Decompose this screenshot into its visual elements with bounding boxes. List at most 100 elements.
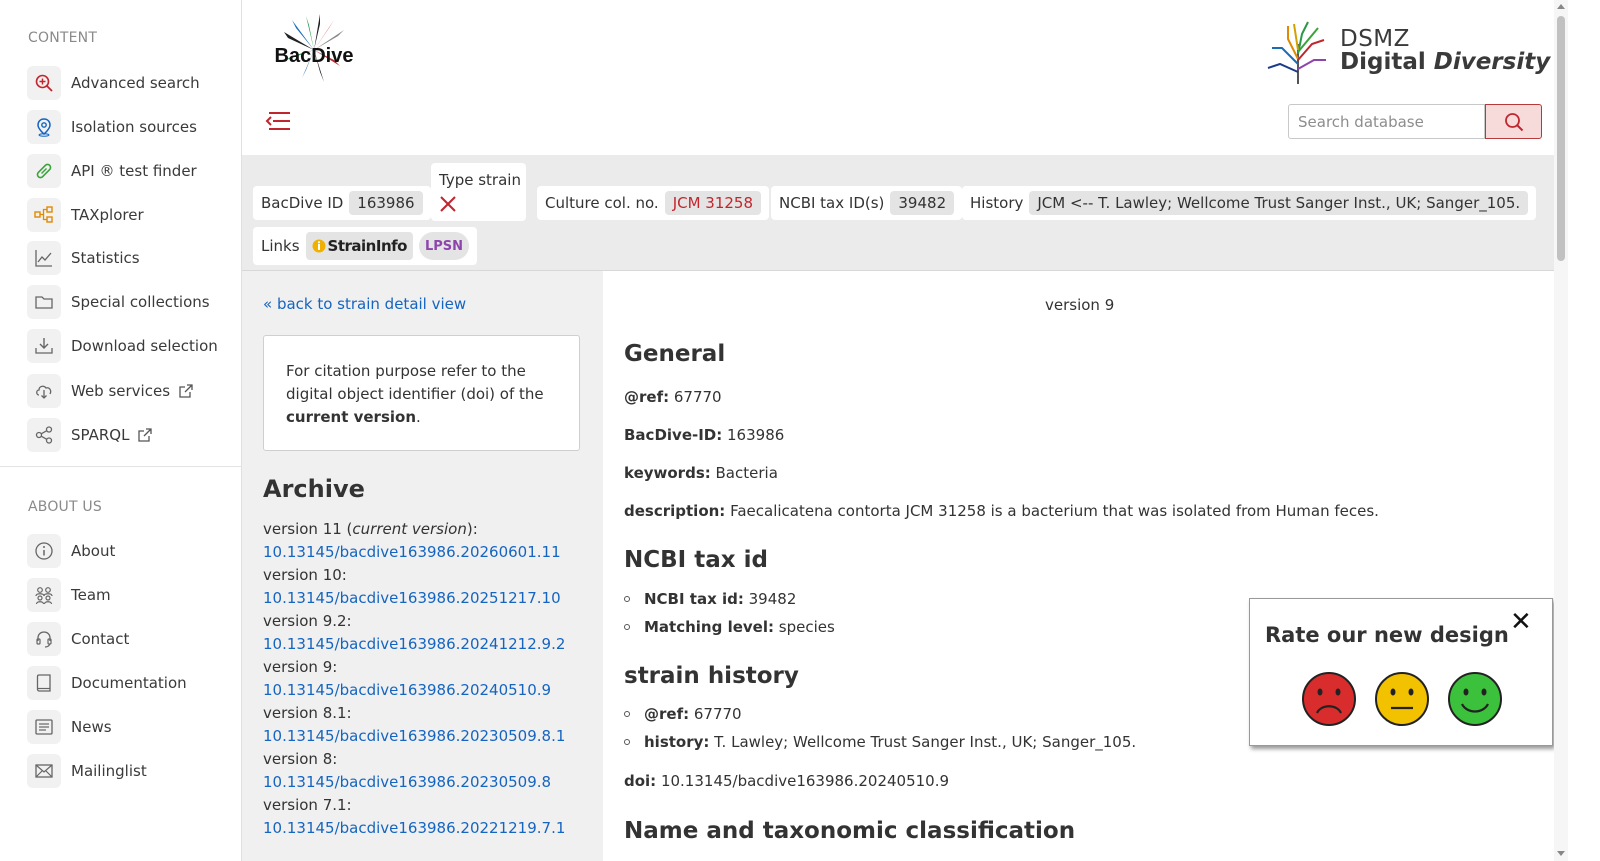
sidebar-divider	[0, 466, 241, 467]
sidebar-item-label: About	[71, 542, 116, 560]
doi-row: doi: 10.13145/bacdive163986.20240510.9	[624, 772, 950, 790]
sidebar-item-news[interactable]: News	[27, 709, 112, 745]
envelope-icon	[27, 754, 61, 788]
archive-heading: Archive	[263, 475, 365, 503]
type-strain-label: Type strain	[439, 171, 521, 189]
sidebar-item-documentation[interactable]: Documentation	[27, 665, 187, 701]
history-ref-item: @ref: 67770	[624, 705, 742, 723]
sidebar-item-web-services[interactable]: Web services	[27, 373, 194, 409]
scroll-thumb[interactable]	[1557, 16, 1565, 261]
sidebar-item-special-collections[interactable]: Special collections	[27, 284, 210, 320]
section-taxonomy-title: Name and taxonomic classification	[624, 818, 1076, 844]
sidebar-item-sparql[interactable]: SPARQL	[27, 417, 153, 453]
ncbi-chip: NCBI tax ID(s) 39482	[771, 186, 963, 220]
archive-entry: version 8.1: 10.13145/bacdive163986.2023…	[263, 702, 593, 748]
matching-level-item: Matching level: species	[624, 618, 835, 636]
history-label: History	[970, 194, 1024, 212]
sidebar-item-label: Team	[71, 586, 111, 604]
headset-icon	[27, 622, 61, 656]
archive-entry: version 9: 10.13145/bacdive163986.202405…	[263, 656, 593, 702]
archive-entry: version 10: 10.13145/bacdive163986.20251…	[263, 564, 593, 610]
general-description: description: Faecalicatena contorta JCM …	[624, 502, 1379, 520]
pill-icon	[27, 154, 61, 188]
scroll-down-arrow-icon[interactable]	[1557, 851, 1565, 856]
sidebar-item-label: News	[71, 718, 112, 736]
external-link-icon	[138, 428, 153, 442]
rating-popup: Rate our new design ✕	[1249, 598, 1553, 746]
sidebar-item-team[interactable]: Team	[27, 577, 111, 613]
sidebar-item-mailinglist[interactable]: Mailinglist	[27, 753, 147, 789]
sidebar-item-label: Isolation sources	[71, 118, 197, 136]
happy-face-icon[interactable]	[1447, 671, 1503, 727]
archive-doi-link[interactable]: 10.13145/bacdive163986.20241212.9.2	[263, 633, 593, 656]
bacdive-id-value: 163986	[349, 191, 423, 215]
hierarchy-icon	[27, 198, 61, 232]
sidebar: CONTENT Advanced search Isolation source…	[0, 0, 242, 861]
straininfo-link[interactable]: StrainInfo	[305, 232, 413, 260]
archive-list: version 11 (current version): 10.13145/b…	[263, 518, 593, 840]
sidebar-item-label: Special collections	[71, 293, 210, 311]
line-chart-icon	[27, 241, 61, 275]
ncbi-tax-id-item: NCBI tax id: 39482	[624, 590, 796, 608]
general-keywords: keywords: Bacteria	[624, 464, 778, 482]
sidebar-item-label: Download selection	[71, 337, 218, 355]
ncbi-label: NCBI tax ID(s)	[779, 194, 885, 212]
newspaper-icon	[27, 710, 61, 744]
sidebar-item-label: Contact	[71, 630, 130, 648]
sidebar-item-label: TAXplorer	[71, 206, 144, 224]
sidebar-item-download-selection[interactable]: Download selection	[27, 328, 218, 364]
sidebar-item-taxplorer[interactable]: TAXplorer	[27, 197, 144, 233]
sidebar-item-statistics[interactable]: Statistics	[27, 240, 140, 276]
archive-doi-link[interactable]: 10.13145/bacdive163986.20240510.9	[263, 679, 593, 702]
archive-doi-link[interactable]: 10.13145/bacdive163986.20260601.11	[263, 541, 593, 564]
history-value: JCM <-- T. Lawley; Wellcome Trust Sanger…	[1029, 191, 1529, 215]
lpsn-link[interactable]: LPSN	[418, 232, 470, 260]
search-input[interactable]	[1288, 104, 1485, 139]
cloud-download-icon	[27, 374, 61, 408]
sidebar-item-label: Statistics	[71, 249, 140, 267]
archive-entry: version 11 (current version): 10.13145/b…	[263, 518, 593, 564]
neutral-face-icon[interactable]	[1374, 671, 1430, 727]
bacdive-id-label: BacDive ID	[261, 194, 344, 212]
archive-doi-link[interactable]: 10.13145/bacdive163986.20221219.7.1	[263, 817, 593, 840]
culture-value-link[interactable]: JCM 31258	[664, 191, 762, 215]
history-item: history: T. Lawley; Wellcome Trust Sange…	[624, 733, 1136, 751]
close-icon[interactable]: ✕	[1510, 607, 1532, 637]
folder-icon	[27, 285, 61, 319]
archive-doi-link[interactable]: 10.13145/bacdive163986.20230509.8.1	[263, 725, 593, 748]
citation-note: For citation purpose refer to the digita…	[263, 335, 580, 451]
history-chip: History JCM <-- T. Lawley; Wellcome Trus…	[962, 186, 1537, 220]
team-icon	[27, 578, 61, 612]
archive-entry: version 9.2: 10.13145/bacdive163986.2024…	[263, 610, 593, 656]
sidebar-item-contact[interactable]: Contact	[27, 621, 129, 657]
dsmz-logo[interactable]: DSMZ Digital Diversity	[1262, 14, 1550, 86]
archive-version-label: version 7.1:	[263, 796, 352, 814]
page-scrollbar[interactable]	[1554, 0, 1568, 861]
sidebar-heading-about: ABOUT US	[28, 499, 102, 515]
scroll-up-arrow-icon[interactable]	[1557, 4, 1565, 9]
rating-title: Rate our new design	[1265, 623, 1509, 647]
archive-doi-link[interactable]: 10.13145/bacdive163986.20230509.8	[263, 771, 593, 794]
sad-face-icon[interactable]	[1301, 671, 1357, 727]
general-bacdive-id: BacDive-ID: 163986	[624, 426, 785, 444]
sidebar-item-api-test-finder[interactable]: API ® test finder	[27, 153, 197, 189]
archive-column: « back to strain detail view For citatio…	[242, 271, 603, 861]
download-icon	[27, 329, 61, 363]
sidebar-item-label: SPARQL	[71, 426, 130, 444]
archive-doi-link[interactable]: 10.13145/bacdive163986.20251217.10	[263, 587, 593, 610]
info-icon	[27, 534, 61, 568]
ncbi-value[interactable]: 39482	[890, 191, 955, 215]
archive-version-label: version 9:	[263, 658, 338, 676]
dsmz-tree-icon	[1267, 21, 1326, 84]
back-to-strain-link[interactable]: « back to strain detail view	[263, 295, 466, 313]
bacdive-logo-icon: BacDive	[275, 14, 353, 82]
sidebar-item-isolation-sources[interactable]: Isolation sources	[27, 109, 197, 145]
search-button[interactable]	[1485, 104, 1542, 139]
location-pin-icon	[27, 110, 61, 144]
bacdive-logo[interactable]: BacDive	[264, 10, 364, 90]
section-strain-history-title: strain history	[624, 663, 799, 689]
sidebar-item-about[interactable]: About	[27, 533, 115, 569]
bacdive-id-chip: BacDive ID 163986	[253, 186, 431, 220]
menu-toggle-icon[interactable]	[264, 108, 292, 134]
sidebar-item-advanced-search[interactable]: Advanced search	[27, 65, 200, 101]
